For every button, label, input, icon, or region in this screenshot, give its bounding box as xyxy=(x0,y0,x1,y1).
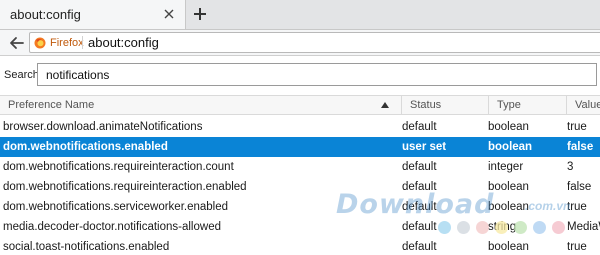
pref-type: boolean xyxy=(488,201,529,213)
table-row[interactable]: social.toast-notifications.enabled defau… xyxy=(0,237,600,255)
pref-name: social.toast-notifications.enabled xyxy=(3,241,170,253)
pref-type: string xyxy=(488,221,517,233)
pref-status: default xyxy=(402,221,437,233)
pref-value: MediaWMF xyxy=(567,221,600,233)
sort-ascending-icon xyxy=(381,102,389,108)
identity-box[interactable]: Firefox xyxy=(34,35,84,50)
pref-status: default xyxy=(402,181,437,193)
table-header: Preference Name Status Type Value xyxy=(0,95,600,115)
close-icon[interactable] xyxy=(161,6,177,22)
pref-status: default xyxy=(402,201,437,213)
pref-type: integer xyxy=(488,161,524,173)
table-row-selected[interactable]: dom.webnotifications.enabled user set bo… xyxy=(0,137,600,157)
url-bar[interactable]: Firefox about:config xyxy=(29,32,600,53)
column-label: Preference Name xyxy=(8,99,95,111)
firefox-logo-icon xyxy=(34,37,46,48)
pref-value: true xyxy=(567,121,587,133)
column-header-type[interactable]: Type xyxy=(488,96,565,115)
plus-icon[interactable] xyxy=(191,5,209,23)
tab-about-config[interactable]: about:config xyxy=(0,0,186,29)
column-label: Value xyxy=(575,99,600,111)
pref-name: media.decoder-doctor.notifications-allow… xyxy=(3,221,221,233)
tab-strip: about:config xyxy=(0,0,600,30)
pref-value: false xyxy=(567,141,594,153)
table-row[interactable]: browser.download.animateNotifications de… xyxy=(0,117,600,137)
pref-name: dom.webnotifications.serviceworker.enabl… xyxy=(3,201,229,213)
pref-value: true xyxy=(567,201,587,213)
pref-value: false xyxy=(567,181,592,193)
identity-label: Firefox xyxy=(50,36,84,49)
search-input[interactable] xyxy=(37,63,597,86)
table-row[interactable]: dom.webnotifications.serviceworker.enabl… xyxy=(0,197,600,217)
pref-type: boolean xyxy=(488,241,529,253)
column-header-preference-name[interactable]: Preference Name xyxy=(0,96,400,115)
column-header-value[interactable]: Value xyxy=(566,96,600,115)
url-text[interactable]: about:config xyxy=(88,35,159,50)
tab-title: about:config xyxy=(10,7,81,22)
pref-value: true xyxy=(567,241,587,253)
pref-name: dom.webnotifications.enabled xyxy=(3,141,168,153)
table-row[interactable]: dom.webnotifications.requireinteraction.… xyxy=(0,177,600,197)
url-divider xyxy=(82,36,83,49)
pref-status: default xyxy=(402,241,437,253)
pref-status: user set xyxy=(402,141,447,153)
pref-value: 3 xyxy=(567,161,574,173)
table-row[interactable]: dom.webnotifications.requireinteraction.… xyxy=(0,157,600,177)
column-label: Status xyxy=(410,99,442,111)
preferences-table: Preference Name Status Type Value browse… xyxy=(0,95,600,255)
nav-bar: Firefox about:config xyxy=(0,30,600,56)
pref-name: browser.download.animateNotifications xyxy=(3,121,203,133)
column-header-status[interactable]: Status xyxy=(401,96,487,115)
pref-type: boolean xyxy=(488,121,529,133)
pref-type: boolean xyxy=(488,141,533,153)
pref-type: boolean xyxy=(488,181,529,193)
table-row[interactable]: media.decoder-doctor.notifications-allow… xyxy=(0,217,600,237)
back-arrow-icon[interactable] xyxy=(8,34,26,52)
pref-status: default xyxy=(402,161,437,173)
pref-name: dom.webnotifications.requireinteraction.… xyxy=(3,181,247,193)
column-label: Type xyxy=(497,99,521,111)
pref-name: dom.webnotifications.requireinteraction.… xyxy=(3,161,234,173)
pref-status: default xyxy=(402,121,437,133)
